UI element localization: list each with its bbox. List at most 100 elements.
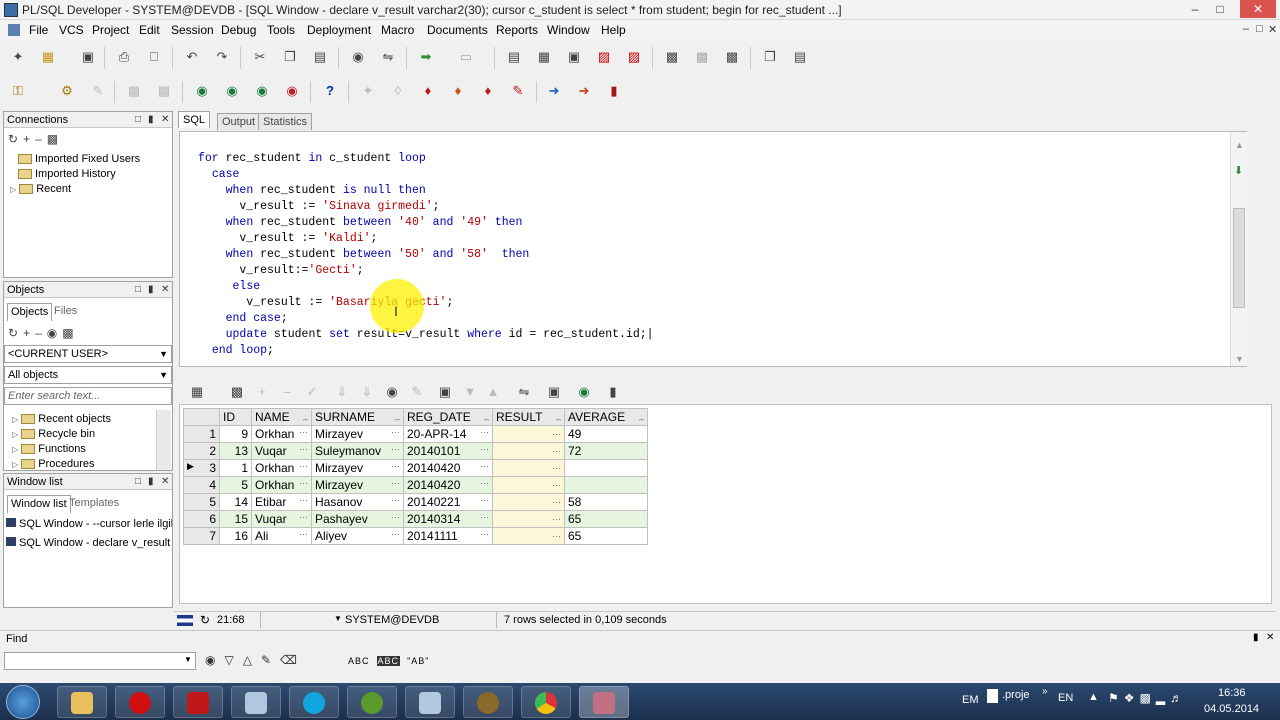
sql-window-new-icon[interactable]: ◉ bbox=[192, 81, 212, 101]
user-combo[interactable]: <CURRENT USER> ▼ bbox=[4, 345, 172, 363]
cut-icon[interactable]: ✂ bbox=[250, 47, 270, 67]
lock-icon[interactable]: ▩ bbox=[227, 382, 247, 402]
expand-icon[interactable]: ▷ bbox=[12, 460, 18, 469]
object-tree-item[interactable]: ▷ Recent objects bbox=[12, 412, 111, 427]
pdf-app[interactable] bbox=[173, 686, 223, 718]
language-indicator[interactable]: EM bbox=[962, 694, 979, 706]
add-icon[interactable]: + bbox=[23, 132, 35, 146]
table-row[interactable]: 4 5 Orkhan ··· Mirzayev ··· 20140420 ··· ··… bbox=[183, 476, 648, 494]
remove-icon[interactable]: – bbox=[35, 326, 47, 340]
export-icon[interactable]: ◉ bbox=[574, 382, 594, 402]
object-tree-item[interactable]: ▷ Functions bbox=[12, 442, 86, 457]
plsql-developer-app[interactable] bbox=[579, 686, 629, 718]
pencil-gem-icon[interactable]: ✎ bbox=[508, 81, 528, 101]
describe-icon[interactable]: ▤ bbox=[504, 47, 524, 67]
object-tree-item[interactable]: ▷ Procedures bbox=[12, 457, 94, 472]
match-case-icon[interactable]: ABC bbox=[348, 656, 370, 666]
menu-tools[interactable]: Tools bbox=[267, 23, 295, 37]
panel-close-icon[interactable]: ✕ bbox=[161, 112, 169, 128]
table-row[interactable]: 1 9 Orkhan ··· Mirzayev ··· 20-APR-14 ··· ·… bbox=[183, 425, 648, 443]
keyboard-language[interactable]: EN bbox=[1058, 692, 1073, 704]
close-button[interactable]: ✕ bbox=[1240, 0, 1276, 18]
window-list-item[interactable]: SQL Window - declare v_result var bbox=[6, 536, 172, 551]
commit-icon[interactable]: ▩ bbox=[124, 81, 144, 101]
flag-tray-icon[interactable]: ⚑ bbox=[1108, 691, 1124, 705]
binoculars-icon[interactable]: ◉ bbox=[382, 382, 402, 402]
panel-pin-icon[interactable]: ▮ bbox=[1253, 632, 1259, 643]
query-by-example-icon[interactable]: ▣ bbox=[435, 382, 455, 402]
connect-icon[interactable]: ▩ bbox=[47, 132, 63, 146]
menu-deployment[interactable]: Deployment bbox=[307, 23, 371, 37]
panel-close-icon[interactable]: ✕ bbox=[161, 282, 169, 298]
post-changes-icon[interactable]: ✓ bbox=[302, 382, 322, 402]
document-label[interactable]: .proje bbox=[1002, 689, 1030, 701]
network-icon[interactable]: ▩ bbox=[1140, 691, 1156, 705]
panel-float-icon[interactable]: □ bbox=[135, 282, 141, 298]
clock-date[interactable]: 04.05.2014 bbox=[1204, 703, 1259, 715]
close-window-icon[interactable]: ▨ bbox=[594, 47, 614, 67]
fetch-last-icon[interactable]: ⇓ bbox=[357, 382, 377, 402]
arrow-right-red-icon[interactable]: ➜ bbox=[574, 81, 594, 101]
grid-icon[interactable]: ▦ bbox=[187, 382, 207, 402]
open-icon[interactable]: ▦ bbox=[38, 47, 58, 67]
expand-icon[interactable]: ▷ bbox=[12, 415, 18, 424]
key-icon[interactable]: ⚿ bbox=[8, 81, 28, 101]
column-header[interactable]: RESULT _ bbox=[492, 408, 565, 426]
cascade-icon[interactable]: ❐ bbox=[760, 47, 780, 67]
add-icon[interactable]: + bbox=[23, 326, 35, 340]
print-preview-icon[interactable]: ⎕ bbox=[144, 47, 164, 67]
arrow-right-blue-icon[interactable]: ➜ bbox=[544, 81, 564, 101]
tile-icon[interactable]: ▤ bbox=[790, 47, 810, 67]
tab-files[interactable]: Files bbox=[51, 303, 80, 321]
menu-debug[interactable]: Debug bbox=[221, 23, 256, 37]
sql-icon[interactable]: ◉ bbox=[222, 81, 242, 101]
connect-icon[interactable]: ⇋ bbox=[514, 382, 534, 402]
tab-objects[interactable]: Objects bbox=[7, 303, 53, 321]
scroll-thumb[interactable] bbox=[1233, 208, 1245, 308]
arrow-down-green-icon[interactable]: ⬇ bbox=[1234, 164, 1243, 177]
minimize-button[interactable]: – bbox=[1183, 0, 1207, 18]
redo-icon[interactable]: ↷ bbox=[212, 47, 232, 67]
frog-app[interactable] bbox=[347, 686, 397, 718]
previous-icon[interactable]: ▼ bbox=[460, 382, 480, 402]
sql-editor[interactable]: for rec_student in c_student loop case w… bbox=[179, 131, 1247, 367]
signal-icon[interactable]: ▂ bbox=[1156, 691, 1170, 705]
chrome-app[interactable] bbox=[521, 686, 571, 718]
menu-window[interactable]: Window bbox=[547, 23, 590, 37]
delete-record-icon[interactable]: – bbox=[277, 382, 297, 402]
tab-output[interactable]: Output bbox=[217, 113, 261, 130]
clock-time[interactable]: 16:36 bbox=[1218, 687, 1246, 699]
object-search-input[interactable]: Enter search text... bbox=[4, 387, 172, 405]
close-all-icon[interactable]: ▨ bbox=[624, 47, 644, 67]
eraser-icon[interactable]: ◊ bbox=[388, 81, 408, 101]
panel-float-icon[interactable]: □ bbox=[135, 474, 141, 490]
truck-icon[interactable]: ▮ bbox=[604, 81, 624, 101]
virtualbox-app-2[interactable] bbox=[405, 686, 455, 718]
expand-icon[interactable]: ▷ bbox=[12, 445, 18, 454]
copy-icon[interactable]: ❐ bbox=[280, 47, 300, 67]
find-icon[interactable]: ◉ bbox=[348, 47, 368, 67]
expand-icon[interactable]: ▷ bbox=[10, 185, 16, 194]
undo-icon[interactable]: ↶ bbox=[182, 47, 202, 67]
table-row[interactable]: 5 14 Etibar ··· Hasanov ··· 20140221 ··· ··… bbox=[183, 493, 648, 511]
column-header[interactable] bbox=[183, 408, 220, 426]
tab-statistics[interactable]: Statistics bbox=[258, 113, 313, 130]
menu-edit[interactable]: Edit bbox=[139, 23, 160, 37]
column-header[interactable]: REG_DATE _ bbox=[403, 408, 493, 426]
gems-icon[interactable]: ♦ bbox=[478, 81, 498, 101]
whole-word-icon[interactable]: ABC bbox=[376, 656, 401, 666]
refresh-icon[interactable]: ↻ bbox=[200, 613, 210, 627]
opera-app[interactable] bbox=[115, 686, 165, 718]
explorer-app[interactable] bbox=[57, 686, 107, 718]
show-hidden-icons-icon[interactable]: ▲ bbox=[1088, 691, 1099, 703]
database-icon[interactable]: ◉ bbox=[282, 81, 302, 101]
test-icon[interactable]: ▩ bbox=[722, 47, 742, 67]
maximize-button[interactable]: □ bbox=[1208, 0, 1232, 18]
window-list-item[interactable]: SQL Window - --cursor lerle ilgili bir bbox=[6, 517, 172, 532]
panel-float-icon[interactable]: □ bbox=[135, 112, 141, 128]
find-previous-icon[interactable]: △ bbox=[243, 653, 261, 667]
execute-icon[interactable]: ➡ bbox=[416, 47, 436, 67]
execute-to-icon[interactable]: ▭ bbox=[456, 47, 476, 67]
new-icon[interactable]: ✦ bbox=[8, 47, 28, 67]
scroll-up-icon[interactable]: ▲ bbox=[1235, 140, 1244, 150]
